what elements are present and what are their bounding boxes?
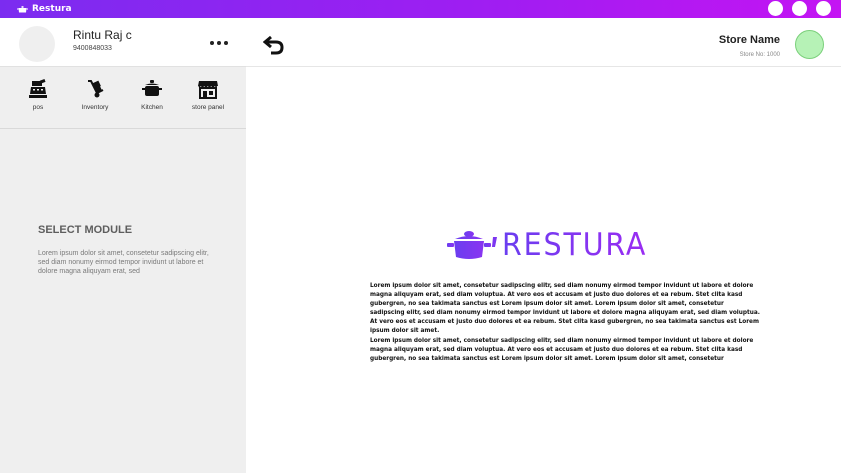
user-panel: Rintu Raj c 9400848033 [0, 18, 246, 67]
paragraph: Lorem ipsum dolor sit amet, consetetur s… [370, 281, 760, 335]
more-options-button[interactable] [210, 41, 231, 45]
select-module-description: Lorem ipsum dolor sit amet, consetetur s… [38, 250, 209, 275]
user-avatar[interactable] [19, 26, 55, 62]
cooking-pot-icon [142, 80, 162, 96]
cash-register-icon [29, 79, 47, 98]
minimize-button[interactable] [768, 1, 783, 16]
window-controls [759, 1, 831, 16]
select-module-title: SELECT MODULE [38, 224, 133, 236]
undo-arrow-icon [262, 35, 284, 55]
dot-icon [224, 41, 228, 45]
user-phone: 9400848033 [73, 45, 112, 52]
title-bar: Restura [0, 0, 841, 18]
cooking-pot-icon [447, 231, 497, 259]
module-store-panel[interactable]: store panel [180, 79, 236, 111]
back-button[interactable] [262, 35, 285, 60]
close-button[interactable] [816, 1, 831, 16]
app-title: Restura [17, 4, 72, 14]
module-inventory[interactable]: Inventory [67, 79, 123, 111]
description-text: Lorem ipsum dolor sit amet, consetetur s… [370, 281, 760, 363]
app-title-text: Restura [32, 4, 72, 14]
module-pos[interactable]: pos [10, 79, 66, 111]
paragraph: Lorem ipsum dolor sit amet, consetetur s… [370, 335, 754, 362]
store-number: Store No: 1000 [739, 52, 780, 58]
module-label: Kitchen [141, 104, 163, 111]
user-name: Rintu Raj c [73, 28, 132, 42]
module-kitchen[interactable]: Kitchen [124, 79, 180, 111]
module-label: pos [32, 104, 44, 111]
sidebar: Rintu Raj c 9400848033 pos Inventory Kit… [0, 18, 246, 473]
dot-icon [217, 41, 221, 45]
store-name: Store Name [718, 34, 780, 46]
module-label: Inventory [81, 104, 109, 111]
store-avatar[interactable] [795, 30, 824, 59]
module-label: store panel [191, 104, 225, 111]
brand-logo-text: RESTURA [502, 227, 648, 263]
storefront-icon [198, 81, 218, 99]
maximize-button[interactable] [792, 1, 807, 16]
restura-logo-icon [17, 6, 28, 13]
dot-icon [210, 41, 214, 45]
module-bar: pos Inventory Kitchen store panel [0, 68, 246, 129]
hand-truck-icon [88, 80, 104, 98]
brand-logo: RESTURA [446, 227, 660, 263]
top-bar: Store Name Store No: 1000 [246, 18, 841, 67]
